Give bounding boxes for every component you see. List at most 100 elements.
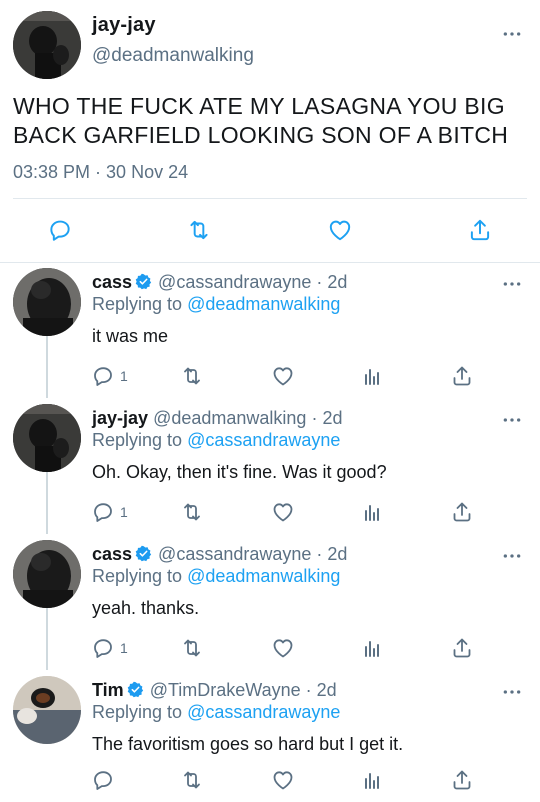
action-bar — [0, 766, 540, 796]
reply-button[interactable]: 1 — [91, 364, 128, 388]
retweet-button[interactable] — [180, 364, 204, 388]
like-icon — [271, 768, 295, 792]
share-button[interactable] — [450, 364, 474, 388]
reply-icon — [91, 636, 115, 660]
share-icon — [467, 217, 493, 243]
more-icon[interactable] — [502, 416, 522, 424]
display-name[interactable]: cass — [92, 544, 132, 564]
main-action-bar — [0, 214, 540, 248]
reply-icon — [47, 217, 73, 243]
avatar[interactable] — [13, 676, 81, 744]
retweet-icon — [180, 500, 204, 524]
verified-icon — [135, 545, 152, 562]
reply-tweet: cass @cassandrawayne · 2d Replying to @de… — [0, 268, 540, 396]
replying-to-label: Replying to — [92, 702, 188, 722]
reply-icon — [91, 364, 115, 388]
tweet-age[interactable]: · 2d — [311, 408, 342, 428]
avatar[interactable] — [13, 268, 81, 336]
tweet-text: Oh. Okay, then it's fine. Was it good? — [92, 462, 387, 482]
share-button[interactable] — [467, 217, 493, 243]
reply-button[interactable] — [47, 217, 73, 243]
like-button[interactable] — [271, 500, 295, 524]
verified-icon — [135, 273, 152, 290]
like-button[interactable] — [271, 364, 295, 388]
handle[interactable]: @deadmanwalking — [153, 408, 306, 428]
handle[interactable]: @cassandrawayne — [158, 272, 311, 292]
tweet-age[interactable]: · 2d — [306, 680, 337, 700]
display-name[interactable]: jay-jay — [92, 408, 148, 428]
more-icon[interactable] — [502, 688, 522, 696]
share-icon — [450, 364, 474, 388]
action-bar: 1 — [0, 634, 540, 664]
replying-to-link[interactable]: @cassandrawayne — [187, 702, 340, 722]
main-tweet: jay-jay @deadmanwalking WHO THE FUCK ATE… — [0, 0, 540, 262]
handle[interactable]: @TimDrakeWayne — [150, 680, 301, 700]
analytics-button[interactable] — [360, 364, 384, 388]
share-button[interactable] — [450, 636, 474, 660]
reply-button[interactable]: 1 — [91, 500, 128, 524]
replying-to-link[interactable]: @deadmanwalking — [187, 294, 340, 314]
timestamp[interactable]: 03:38 PM · 30 Nov 24 — [13, 162, 188, 183]
replying-to-label: Replying to — [92, 566, 188, 586]
analytics-icon — [360, 768, 384, 792]
more-icon[interactable] — [502, 552, 522, 560]
avatar[interactable] — [13, 540, 81, 608]
tweet-age[interactable]: · 2d — [316, 272, 347, 292]
action-bar: 1 — [0, 362, 540, 392]
avatar[interactable] — [13, 404, 81, 472]
retweet-button[interactable] — [180, 768, 204, 792]
replying-to-link[interactable]: @cassandrawayne — [187, 430, 340, 450]
tweet-text: yeah. thanks. — [92, 598, 200, 618]
like-button[interactable] — [271, 768, 295, 792]
analytics-icon — [360, 636, 384, 660]
reply-tweet: cass @cassandrawayne · 2d Replying to @de… — [0, 540, 540, 668]
share-icon — [450, 636, 474, 660]
retweet-button[interactable] — [186, 217, 212, 243]
like-icon — [271, 364, 295, 388]
tweet-text: it was me — [92, 326, 169, 346]
more-icon[interactable] — [502, 30, 522, 38]
retweet-icon — [186, 217, 212, 243]
share-button[interactable] — [450, 768, 474, 792]
reply-icon — [91, 768, 115, 792]
tweet-age[interactable]: · 2d — [316, 544, 347, 564]
retweet-button[interactable] — [180, 636, 204, 660]
retweet-icon — [180, 768, 204, 792]
replying-to-label: Replying to — [92, 294, 188, 314]
analytics-icon — [360, 500, 384, 524]
share-button[interactable] — [450, 500, 474, 524]
like-icon — [271, 500, 295, 524]
like-button[interactable] — [271, 636, 295, 660]
analytics-button[interactable] — [360, 768, 384, 792]
reply-count: 1 — [120, 640, 128, 656]
like-button[interactable] — [327, 217, 353, 243]
avatar[interactable] — [13, 11, 81, 79]
reply-tweet: jay-jay @deadmanwalking · 2d Replying to… — [0, 404, 540, 532]
display-name[interactable]: jay-jay — [92, 14, 156, 37]
replying-to-label: Replying to — [92, 430, 188, 450]
handle[interactable]: @deadmanwalking — [92, 45, 254, 67]
like-icon — [271, 636, 295, 660]
analytics-button[interactable] — [360, 500, 384, 524]
analytics-icon — [360, 364, 384, 388]
action-bar: 1 — [0, 498, 540, 528]
reply-icon — [91, 500, 115, 524]
retweet-button[interactable] — [180, 500, 204, 524]
retweet-icon — [180, 364, 204, 388]
reply-tweet: Tim @TimDrakeWayne · 2d Replying to @cass… — [0, 676, 540, 802]
divider — [13, 198, 527, 199]
verified-icon — [127, 681, 144, 698]
reply-button[interactable]: 1 — [91, 636, 128, 660]
replying-to-link[interactable]: @deadmanwalking — [187, 566, 340, 586]
display-name[interactable]: Tim — [92, 680, 124, 700]
reply-button[interactable] — [91, 768, 115, 792]
reply-count: 1 — [120, 504, 128, 520]
tweet-text: The favoritism goes so hard but I get it… — [92, 734, 404, 754]
share-icon — [450, 500, 474, 524]
more-icon[interactable] — [502, 280, 522, 288]
divider — [0, 262, 540, 263]
analytics-button[interactable] — [360, 636, 384, 660]
reply-count: 1 — [120, 368, 128, 384]
handle[interactable]: @cassandrawayne — [158, 544, 311, 564]
display-name[interactable]: cass — [92, 272, 132, 292]
